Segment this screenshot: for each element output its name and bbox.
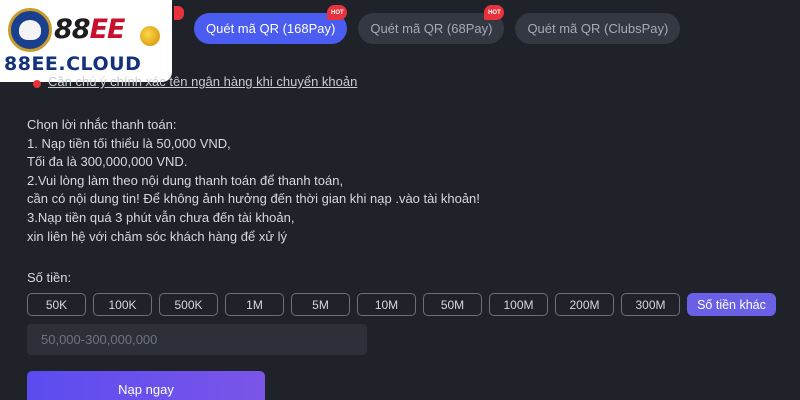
other-amount-button[interactable]: Số tiền khác bbox=[687, 293, 776, 316]
amount-300m-button[interactable]: 300M bbox=[621, 293, 680, 316]
payment-reminders: Chọn lời nhắc thanh toán: 1. Nạp tiền tố… bbox=[27, 116, 480, 246]
reminder-line: xin liên hệ với chăm sóc khách hàng để x… bbox=[27, 228, 288, 244]
amount-100m-button[interactable]: 100M bbox=[489, 293, 548, 316]
tab-label: Quét mã QR (68Pay) bbox=[370, 21, 493, 36]
tab-label: Quét mã QR (168Pay) bbox=[206, 21, 336, 36]
deposit-now-button[interactable]: Nạp ngay bbox=[27, 371, 265, 400]
bank-name-notice-link[interactable]: Cần chú ý chính xác tên ngân hàng khi ch… bbox=[48, 74, 357, 89]
amount-5m-button[interactable]: 5M bbox=[291, 293, 350, 316]
reminder-title: Chọn lời nhắc thanh toán: bbox=[27, 117, 177, 132]
tab-qr-168pay[interactable]: Quét mã QR (168Pay) HOT bbox=[194, 5, 348, 44]
amount-presets: 50K 100K 500K 1M 5M 10M 50M 100M 200M 30… bbox=[27, 293, 776, 316]
reminder-line: 1. Nạp tiền tối thiểu là 50,000 VND, bbox=[27, 135, 231, 151]
amount-50m-button[interactable]: 50M bbox=[423, 293, 482, 316]
tab-qr-68pay[interactable]: Quét mã QR (68Pay) HOT bbox=[358, 5, 505, 44]
hot-badge: HOT bbox=[484, 5, 505, 20]
tab-qr-clubspay[interactable]: Quét mã QR (ClubsPay) bbox=[515, 13, 681, 44]
brand-logo: 88EE 88EE.CLOUD bbox=[0, 0, 172, 82]
amount-50k-button[interactable]: 50K bbox=[27, 293, 86, 316]
amount-1m-button[interactable]: 1M bbox=[225, 293, 284, 316]
amount-label: Số tiền: bbox=[27, 270, 72, 285]
payment-method-tabs: Quét mã QR (168Pay) HOT Quét mã QR (68Pa… bbox=[194, 5, 681, 44]
amount-input[interactable] bbox=[27, 324, 367, 355]
hot-badge: HOT bbox=[327, 5, 348, 20]
amount-500k-button[interactable]: 500K bbox=[159, 293, 218, 316]
reminder-line: 2.Vui lòng làm theo nội dung thanh toán … bbox=[27, 172, 344, 188]
logo-wordmark: 88EE bbox=[54, 14, 125, 45]
reminder-line: Tối đa là 300,000,000 VND. bbox=[27, 154, 188, 170]
coin-icon bbox=[140, 26, 160, 46]
tab-label: Quét mã QR (ClubsPay) bbox=[527, 21, 669, 36]
amount-200m-button[interactable]: 200M bbox=[555, 293, 614, 316]
amount-10m-button[interactable]: 10M bbox=[357, 293, 416, 316]
mascot-emblem-icon bbox=[8, 8, 52, 52]
hot-badge-partial bbox=[174, 6, 184, 20]
warning-dot-icon bbox=[33, 80, 41, 88]
logo-domain: 88EE.CLOUD bbox=[4, 53, 142, 75]
reminder-line: cần có nội dung tin! Để không ảnh hưởng … bbox=[27, 191, 480, 207]
amount-100k-button[interactable]: 100K bbox=[93, 293, 152, 316]
reminder-line: 3.Nạp tiền quá 3 phút vẫn chưa đến tài k… bbox=[27, 209, 295, 225]
